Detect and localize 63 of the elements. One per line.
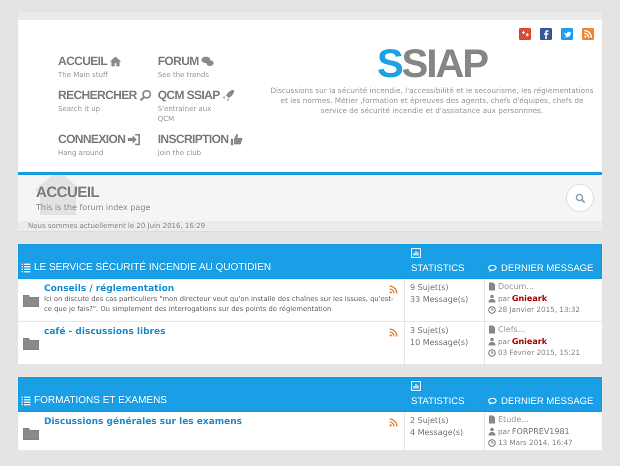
user-icon xyxy=(488,294,496,303)
last-post-link[interactable]: Docum... xyxy=(498,281,534,292)
column-heading: DERNIER MESSAGE xyxy=(501,263,594,274)
user-icon xyxy=(488,336,496,346)
column-heading: STATISTICS xyxy=(411,263,466,274)
page-subtitle: This is the forum index page xyxy=(36,203,150,212)
twitter-icon[interactable] xyxy=(561,28,573,40)
nav-link[interactable]: FORUM xyxy=(158,54,244,69)
speech-bubbles-icon xyxy=(200,55,214,68)
category-title[interactable]: LE SERVICE SÉCURITÉ INCENDIE AU QUOTIDIEN xyxy=(34,262,272,273)
topic-count: 3 Sujet(s) xyxy=(410,325,450,337)
topic-count: 9 Sujet(s) xyxy=(410,282,450,294)
nav-link[interactable]: QCM SSIAP xyxy=(158,88,244,103)
nav-link[interactable]: ACCUEIL xyxy=(58,54,152,69)
nav-link[interactable]: RECHERCHER xyxy=(58,88,152,103)
sign-in-icon xyxy=(127,133,140,146)
folder-icon xyxy=(22,335,40,351)
home-icon xyxy=(109,55,122,68)
search-icon xyxy=(574,192,586,204)
bar-chart-icon xyxy=(411,248,421,258)
author-link[interactable]: Gnieark xyxy=(512,336,548,347)
rss-feed-icon[interactable] xyxy=(389,328,398,336)
clock-icon xyxy=(488,438,496,447)
site-logo[interactable]: SSIAP xyxy=(376,44,488,84)
user-icon xyxy=(488,426,496,436)
nav-link[interactable]: CONNEXION xyxy=(58,132,152,147)
forum-title-link[interactable]: Discussions générales sur les examens xyxy=(44,417,242,427)
forum-title-link[interactable]: Conseils / réglementation xyxy=(44,284,174,294)
list-icon xyxy=(21,396,31,406)
column-heading: DERNIER MESSAGE xyxy=(501,396,594,407)
clock-icon xyxy=(488,348,496,357)
document-icon xyxy=(488,325,496,334)
list-icon xyxy=(21,262,31,272)
rss-feed-icon[interactable] xyxy=(389,284,398,294)
facebook-icon[interactable] xyxy=(540,28,552,40)
post-count: 10 Message(s) xyxy=(410,337,470,349)
folder-icon xyxy=(22,425,40,441)
google-plus-icon[interactable] xyxy=(519,28,531,40)
last-post-link[interactable]: Etude... xyxy=(498,414,529,426)
rocket-icon xyxy=(222,89,235,102)
author-link[interactable]: FORPREV1981 xyxy=(512,426,570,437)
search-icon xyxy=(138,89,152,102)
document-icon xyxy=(488,415,496,424)
document-icon xyxy=(488,282,496,292)
speech-bubbles-icon xyxy=(488,264,498,274)
search-button[interactable] xyxy=(566,184,594,212)
post-count: 33 Message(s) xyxy=(410,294,470,306)
last-post-link[interactable]: Clefs... xyxy=(498,324,526,336)
speech-bubbles-icon xyxy=(488,397,498,407)
author-link[interactable]: Gnieark xyxy=(512,292,548,304)
topic-count: 2 Sujet(s) xyxy=(410,415,450,427)
clock-icon xyxy=(488,306,496,314)
bar-chart-icon xyxy=(411,381,421,391)
category-title[interactable]: FORMATIONS ET EXAMENS xyxy=(34,395,167,406)
column-heading: STATISTICS xyxy=(411,396,466,407)
page-title: ACCUEIL xyxy=(36,184,100,201)
rss-icon[interactable] xyxy=(582,28,594,40)
rss-feed-icon[interactable] xyxy=(389,418,398,426)
post-count: 4 Message(s) xyxy=(410,427,464,439)
nav-link[interactable]: INSCRIPTION xyxy=(158,132,244,147)
forum-title-link[interactable]: café - discussions libres xyxy=(44,327,166,337)
folder-icon xyxy=(22,292,40,308)
thumbs-up-icon xyxy=(230,133,244,146)
